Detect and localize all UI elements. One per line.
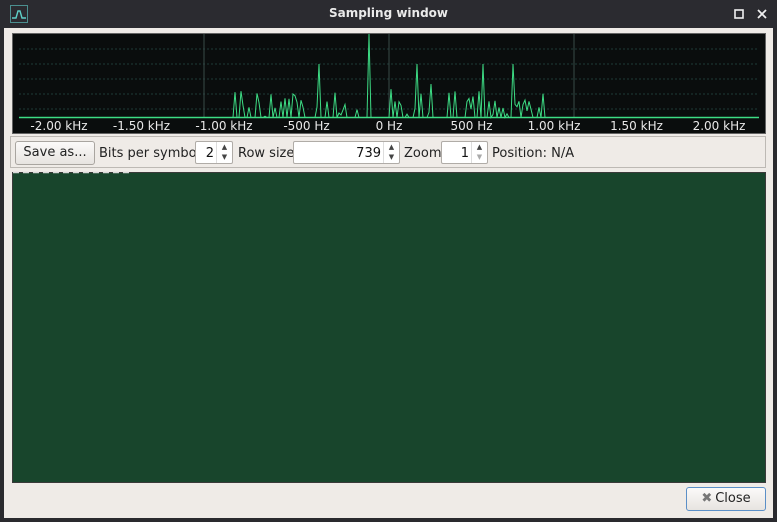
close-button[interactable]: ✖ Close	[686, 487, 766, 511]
bits-per-symbol-value: 2	[205, 146, 214, 161]
zoom-spinbox[interactable]: 1 ▲ ▼	[441, 141, 488, 164]
spinbox-arrows: ▲ ▼	[216, 142, 232, 163]
spectrum-display: -2.00 kHz -1.50 kHz -1.00 kHz -500 Hz 0 Hz 50…	[12, 33, 766, 134]
save-as-label: Save as...	[23, 145, 87, 160]
frequency-tick-label: -1.00 kHz	[195, 119, 252, 133]
frequency-tick-label: 1.00 kHz	[528, 119, 581, 133]
spinbox-arrows: ▲ ▼	[383, 142, 399, 163]
save-as-button[interactable]: Save as...	[15, 141, 95, 165]
increment-icon[interactable]: ▲	[217, 142, 232, 152]
row-size-spinbox[interactable]: 739 ▲ ▼	[293, 141, 400, 164]
zoom-value: 1	[460, 146, 469, 161]
decrement-icon[interactable]: ▼	[472, 152, 487, 162]
zoom-label: Zoom	[404, 146, 442, 161]
frequency-tick-label: 500 Hz	[450, 119, 492, 133]
spinbox-arrows: ▲ ▼	[471, 142, 487, 163]
frequency-tick-label: 2.00 kHz	[693, 119, 746, 133]
frequency-tick-label: 0 Hz	[376, 119, 403, 133]
title-bar[interactable]: Sampling window	[0, 0, 777, 28]
position-readout: Position: N/A	[492, 146, 575, 161]
maximize-icon[interactable]	[731, 6, 747, 22]
window-title: Sampling window	[328, 6, 449, 20]
bits-per-symbol-label: Bits per symbol	[99, 146, 201, 161]
close-button-label: Close	[715, 491, 751, 506]
sampling-window: Sampling window -2.00 kHz -1.50 kHz -1.0…	[0, 0, 777, 522]
bits-per-symbol-spinbox[interactable]: 2 ▲ ▼	[195, 141, 233, 164]
toolbar: Save as... Bits per symbol 2 ▲ ▼ Row siz…	[10, 136, 766, 168]
increment-icon[interactable]: ▲	[384, 142, 399, 152]
dialog-body: -2.00 kHz -1.50 kHz -1.00 kHz -500 Hz 0 Hz 50…	[4, 28, 773, 518]
symbol-row-marker	[13, 171, 133, 174]
frequency-tick-label: -2.00 kHz	[30, 119, 87, 133]
close-window-icon[interactable]	[754, 6, 770, 22]
frequency-tick-label: -500 Hz	[283, 119, 329, 133]
spectrum-plot: -2.00 kHz -1.50 kHz -1.00 kHz -500 Hz 0 Hz 50…	[19, 34, 759, 133]
row-size-label: Row size	[238, 146, 295, 161]
symbol-canvas[interactable]	[12, 171, 766, 483]
close-icon: ✖	[701, 491, 713, 506]
decrement-icon[interactable]: ▼	[384, 152, 399, 162]
row-size-value: 739	[356, 146, 381, 161]
increment-icon[interactable]: ▲	[472, 142, 487, 152]
frequency-tick-label: -1.50 kHz	[113, 119, 170, 133]
frequency-tick-label: 1.50 kHz	[610, 119, 663, 133]
decrement-icon[interactable]: ▼	[217, 152, 232, 162]
